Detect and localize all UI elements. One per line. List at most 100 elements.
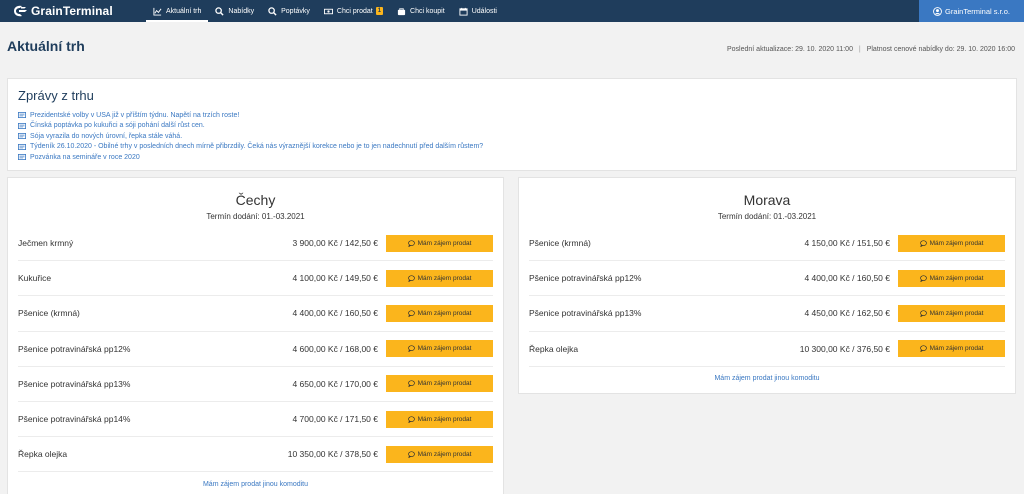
commodity-price: 10 300,00 Kč / 376,50 €: [799, 343, 890, 354]
commodity-price: 4 600,00 Kč / 168,00 €: [292, 343, 378, 354]
newspaper-icon: [18, 143, 26, 150]
price-row: Pšenice potravinářská pp12% 4 600,00 Kč …: [18, 332, 493, 367]
commodity-name: Pšenice potravinářská pp13%: [529, 308, 642, 319]
nav-label: Poptávky: [281, 7, 310, 15]
chat-icon: [919, 310, 927, 317]
nav-chci-prodat[interactable]: Chci prodat 1: [317, 0, 390, 22]
commodity-price: 4 650,00 Kč / 170,00 €: [292, 378, 378, 389]
region-card-morava: Morava Termín dodání: 01.-03.2021 Pšenic…: [518, 177, 1016, 394]
interest-sell-button[interactable]: Mám zájem prodat: [386, 269, 493, 287]
price-row: Pšenice potravinářská pp12% 4 400,00 Kč …: [529, 261, 1005, 297]
newspaper-icon: [18, 154, 26, 161]
commodity-name: Pšenice (krmná): [529, 238, 591, 249]
interest-sell-button[interactable]: Mám zájem prodat: [386, 234, 493, 252]
commodity-name: Řepka olejka: [18, 449, 68, 460]
commodity-price: 4 450,00 Kč / 162,50 €: [804, 308, 890, 319]
chat-icon: [407, 345, 415, 353]
calendar-icon: [459, 7, 468, 16]
news-item[interactable]: Sója vyrazila do nových úrovní, řepka st…: [18, 131, 483, 142]
interest-sell-button[interactable]: Mám zájem prodat: [898, 304, 1005, 322]
news-link[interactable]: Pozvánka na semináře v roce 2020: [30, 154, 140, 161]
commodity-price: 10 350,00 Kč / 378,50 €: [287, 449, 378, 460]
nav-label: Chci prodat: [336, 7, 373, 15]
chat-icon: [919, 345, 927, 353]
nav-nabidky[interactable]: Nabídky: [208, 0, 261, 22]
nav-poptavky[interactable]: Poptávky: [261, 0, 317, 22]
market-news-card: Zprávy z trhu Prezidentské volby v USA j…: [7, 78, 1017, 171]
price-row: Řepka olejka 10 300,00 Kč / 376,50 € Mám…: [529, 332, 1005, 367]
chart-line-icon: [153, 7, 162, 16]
nav-chci-koupit[interactable]: Chci koupit: [390, 0, 452, 22]
nav-aktualni-trh[interactable]: Aktuální trh: [146, 0, 209, 22]
last-update-value: 29. 10. 2020 11:00: [795, 46, 853, 53]
price-row: Ječmen krmný 3 900,00 Kč / 142,50 € Mám …: [18, 226, 493, 262]
interest-sell-button[interactable]: Mám zájem prodat: [386, 445, 493, 463]
price-list: Pšenice (krmná) 4 150,00 Kč / 151,50 € M…: [529, 226, 1005, 367]
nav-label: Chci koupit: [410, 7, 445, 15]
chat-icon: [407, 310, 415, 317]
nav-label: Aktuální trh: [166, 7, 202, 15]
other-commodity-link[interactable]: Mám zájem prodat jinou komoditu: [8, 481, 503, 488]
button-label: Mám zájem prodat: [417, 415, 472, 423]
interest-sell-button[interactable]: Mám zájem prodat: [386, 410, 493, 428]
news-item[interactable]: Pozvánka na semináře v roce 2020: [18, 152, 483, 163]
other-commodity-link[interactable]: Mám zájem prodat jinou komoditu: [519, 375, 1015, 382]
news-link[interactable]: Týdeník 26.10.2020 - Obilné trhy v posle…: [30, 143, 483, 150]
button-label: Mám zájem prodat: [929, 309, 984, 317]
chat-icon: [407, 451, 415, 458]
button-label: Mám zájem prodat: [417, 239, 472, 247]
commodity-price: 3 900,00 Kč / 142,50 €: [292, 238, 378, 249]
logo-icon: [14, 5, 27, 17]
nav-label: Události: [471, 7, 497, 15]
news-item[interactable]: Prezidentské volby v USA již v příštím t…: [18, 110, 483, 121]
price-row: Pšenice potravinářská pp13% 4 650,00 Kč …: [18, 367, 493, 402]
commodity-name: Řepka olejka: [529, 343, 579, 354]
money-icon: [323, 8, 333, 14]
button-label: Mám zájem prodat: [929, 345, 984, 353]
newspaper-icon: [18, 122, 26, 129]
button-label: Mám zájem prodat: [929, 274, 984, 282]
region-card-cechy: Čechy Termín dodání: 01.-03.2021 Ječmen …: [7, 177, 504, 494]
news-link[interactable]: Čínská poptávka po kukuřici a sóji pohán…: [30, 122, 205, 129]
validity-label: Platnost cenové nabídky do:: [866, 46, 955, 53]
news-list: Prezidentské volby v USA již v příštím t…: [18, 110, 483, 163]
account-name: GrainTerminal s.r.o.: [944, 6, 1011, 16]
commodity-price: 4 400,00 Kč / 160,50 €: [292, 308, 378, 319]
separator: |: [858, 46, 861, 53]
news-item[interactable]: Týdeník 26.10.2020 - Obilné trhy v posle…: [18, 142, 483, 153]
logo[interactable]: GrainTerminal: [12, 3, 113, 19]
interest-sell-button[interactable]: Mám zájem prodat: [386, 375, 493, 393]
price-row: Pšenice potravinářská pp13% 4 450,00 Kč …: [529, 296, 1005, 332]
interest-sell-button[interactable]: Mám zájem prodat: [898, 340, 1005, 358]
main-nav: Aktuální trh Nabídky Poptávky Chci proda…: [146, 0, 504, 22]
button-label: Mám zájem prodat: [417, 380, 472, 388]
button-label: Mám zájem prodat: [929, 239, 984, 247]
chat-icon: [407, 275, 415, 282]
account-menu[interactable]: GrainTerminal s.r.o.: [919, 0, 1024, 22]
last-update-label: Poslední aktualizace:: [726, 46, 794, 53]
button-label: Mám zájem prodat: [417, 450, 472, 458]
page-title: Aktuální trh: [7, 38, 85, 54]
commodity-name: Pšenice potravinářská pp12%: [18, 343, 131, 354]
commodity-price: 4 100,00 Kč / 149,50 €: [292, 273, 378, 284]
interest-sell-button[interactable]: Mám zájem prodat: [386, 340, 493, 358]
cart-icon: [397, 7, 406, 15]
notification-badge: 1: [375, 7, 384, 15]
chat-icon: [919, 275, 927, 282]
news-item[interactable]: Čínská poptávka po kukuřici a sóji pohán…: [18, 121, 483, 132]
price-row: Pšenice (krmná) 4 150,00 Kč / 151,50 € M…: [529, 226, 1005, 262]
nav-udalosti[interactable]: Události: [452, 0, 504, 22]
price-row: Kukuřice 4 100,00 Kč / 149,50 € Mám záje…: [18, 261, 493, 297]
interest-sell-button[interactable]: Mám zájem prodat: [898, 269, 1005, 287]
newspaper-icon: [18, 133, 26, 140]
interest-sell-button[interactable]: Mám zájem prodat: [386, 304, 493, 322]
commodity-name: Ječmen krmný: [18, 238, 74, 249]
news-link[interactable]: Sója vyrazila do nových úrovní, řepka st…: [30, 133, 182, 140]
top-navbar: GrainTerminal Aktuální trh Nabídky Poptá…: [0, 0, 1024, 22]
nav-label: Nabídky: [228, 7, 255, 15]
interest-sell-button[interactable]: Mám zájem prodat: [898, 234, 1005, 252]
chat-icon: [919, 239, 927, 247]
button-label: Mám zájem prodat: [417, 274, 472, 282]
search-icon: [268, 6, 277, 16]
news-link[interactable]: Prezidentské volby v USA již v příštím t…: [30, 112, 239, 119]
